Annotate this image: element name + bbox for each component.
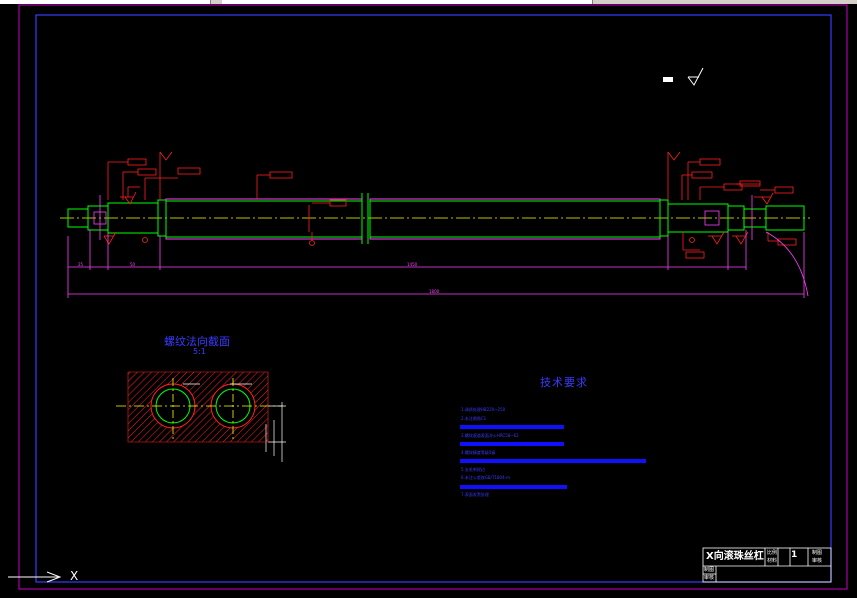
scale-label: 比例 [767,550,778,556]
left-annotations [103,151,201,245]
checked-label-2: 审核 [704,575,715,581]
cad-drawing-canvas[interactable] [0,0,857,598]
surface-roughness-symbol [663,67,704,86]
checked-label: 审核 [812,558,823,564]
part-name: X向滚珠丝杠 [706,551,764,562]
ucs-x-label: X [70,569,79,583]
dim-text: 50 [130,262,136,267]
sheet-value: 1 [791,550,798,560]
tech-line: 2.未注倒角C1 [461,416,487,421]
tech-line: 6.未注公差按GB/T1804-m [461,475,510,480]
material-label: 材料 [767,558,778,564]
dimension-lines [67,195,809,298]
mid-annotations [256,171,347,246]
tech-line: 4.螺纹精度等级5级 [461,450,496,455]
drawn-label: 制图 [812,550,823,556]
ball-screw-shaft [67,198,805,240]
tech-requirements-title: 技术要求 [540,376,588,389]
section-view-title: 螺纹法向截面 [164,335,230,348]
section-view [116,371,286,462]
tech-line: 1.调质处理HB220~250 [461,407,506,412]
tech-line: 7.表面发黑处理 [461,492,489,497]
section-view-scale: 5:1 [193,347,206,356]
tech-line: 5.去毛刺锐边 [461,467,485,472]
drawn-label-2: 制图 [704,567,715,573]
total-length-dim: 1800 [429,289,440,294]
tech-line: 3.螺纹滚道表面淬火HRC58~62 [461,433,519,438]
right-annotations [667,151,797,259]
drawing-frame [35,14,832,583]
thread-length-dim: 1450 [407,262,418,267]
break-lines [361,193,369,244]
dim-text: 25 [78,262,84,267]
outer-border [18,4,848,590]
ucs-icon [8,571,62,583]
